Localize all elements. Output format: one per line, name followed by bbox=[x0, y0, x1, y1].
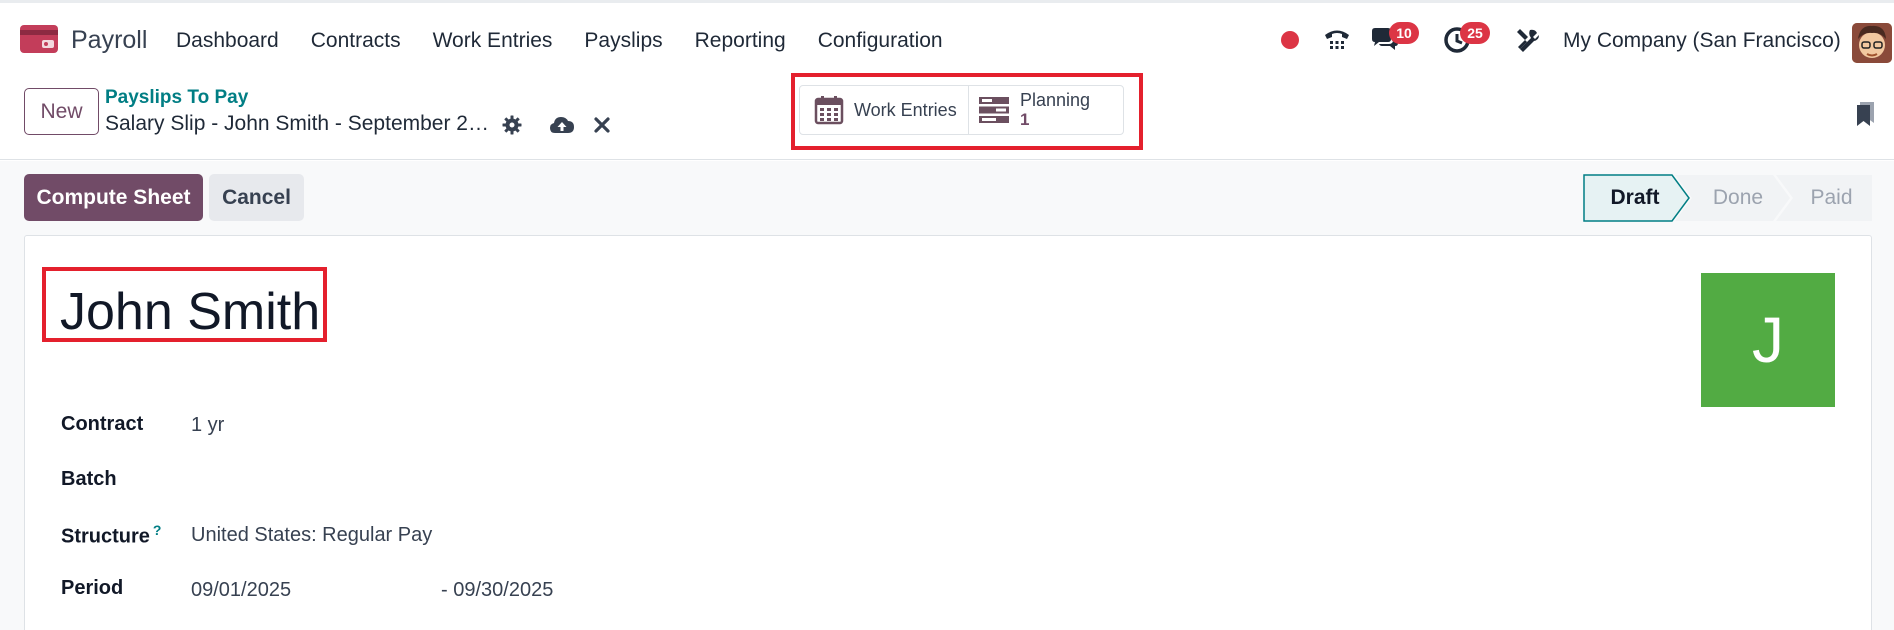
bookmark-icon[interactable] bbox=[1855, 101, 1877, 132]
top-navbar: Payroll Dashboard Contracts Work Entries… bbox=[0, 3, 1894, 75]
stage-done[interactable]: Done bbox=[1688, 174, 1788, 222]
menu-contracts[interactable]: Contracts bbox=[311, 29, 401, 53]
batch-input[interactable] bbox=[191, 468, 591, 492]
user-avatar[interactable] bbox=[1852, 23, 1892, 63]
structure-value[interactable]: United States: Regular Pay bbox=[191, 524, 432, 547]
breadcrumb-payslips-to-pay[interactable]: Payslips To Pay bbox=[105, 87, 248, 109]
main-menu: Dashboard Contracts Work Entries Payslip… bbox=[176, 29, 975, 53]
payroll-app-icon[interactable] bbox=[20, 25, 58, 53]
recording-indicator-icon[interactable] bbox=[1281, 31, 1299, 49]
debug-tools-icon[interactable] bbox=[1510, 23, 1544, 57]
planning-count: 1 bbox=[1020, 110, 1030, 129]
menu-configuration[interactable]: Configuration bbox=[818, 29, 943, 53]
batch-label: Batch bbox=[61, 468, 117, 490]
contract-label: Contract bbox=[61, 413, 144, 435]
structure-label-text: Structure bbox=[61, 525, 150, 548]
cloud-upload-icon[interactable] bbox=[548, 113, 576, 137]
menu-payslips[interactable]: Payslips bbox=[584, 29, 662, 53]
company-switcher[interactable]: My Company (San Francisco) bbox=[1563, 29, 1841, 53]
discard-close-icon[interactable] bbox=[590, 113, 614, 137]
period-to-date[interactable]: - 09/30/2025 bbox=[441, 579, 553, 602]
planning-smart-button[interactable]: Planning 1 bbox=[969, 86, 1123, 134]
work-entries-label: Work Entries bbox=[854, 99, 957, 120]
period-from-date[interactable]: 09/01/2025 bbox=[191, 579, 291, 602]
phone-icon[interactable] bbox=[1320, 23, 1354, 57]
activities-badge: 25 bbox=[1460, 22, 1490, 44]
stage-paid[interactable]: Paid bbox=[1791, 174, 1872, 222]
structure-label: Structure? bbox=[61, 522, 161, 549]
employee-avatar[interactable]: J bbox=[1701, 273, 1835, 407]
messages-badge: 10 bbox=[1389, 22, 1419, 44]
status-bar: Draft Done Paid bbox=[1583, 174, 1872, 222]
compute-sheet-button[interactable]: Compute Sheet bbox=[24, 174, 203, 221]
planning-tasks-icon bbox=[979, 97, 1009, 123]
menu-work-entries[interactable]: Work Entries bbox=[433, 29, 553, 53]
period-label: Period bbox=[61, 577, 124, 599]
menu-reporting[interactable]: Reporting bbox=[695, 29, 786, 53]
contract-value[interactable]: 1 yr bbox=[191, 414, 224, 437]
record-title: Salary Slip - John Smith - September 202… bbox=[105, 112, 490, 135]
app-name[interactable]: Payroll bbox=[71, 26, 147, 55]
cancel-button[interactable]: Cancel bbox=[209, 174, 304, 221]
smart-buttons: Work Entries Planning 1 bbox=[799, 85, 1124, 135]
planning-label: Planning bbox=[1020, 90, 1091, 110]
structure-help-icon[interactable]: ? bbox=[153, 522, 162, 538]
work-entries-smart-button[interactable]: Work Entries bbox=[800, 86, 969, 134]
calendar-icon bbox=[814, 96, 844, 125]
employee-name-field[interactable]: John Smith bbox=[60, 282, 320, 342]
new-button[interactable]: New bbox=[24, 88, 99, 135]
stage-draft[interactable]: Draft bbox=[1583, 174, 1687, 222]
menu-dashboard[interactable]: Dashboard bbox=[176, 29, 279, 53]
gear-icon[interactable] bbox=[500, 113, 524, 137]
